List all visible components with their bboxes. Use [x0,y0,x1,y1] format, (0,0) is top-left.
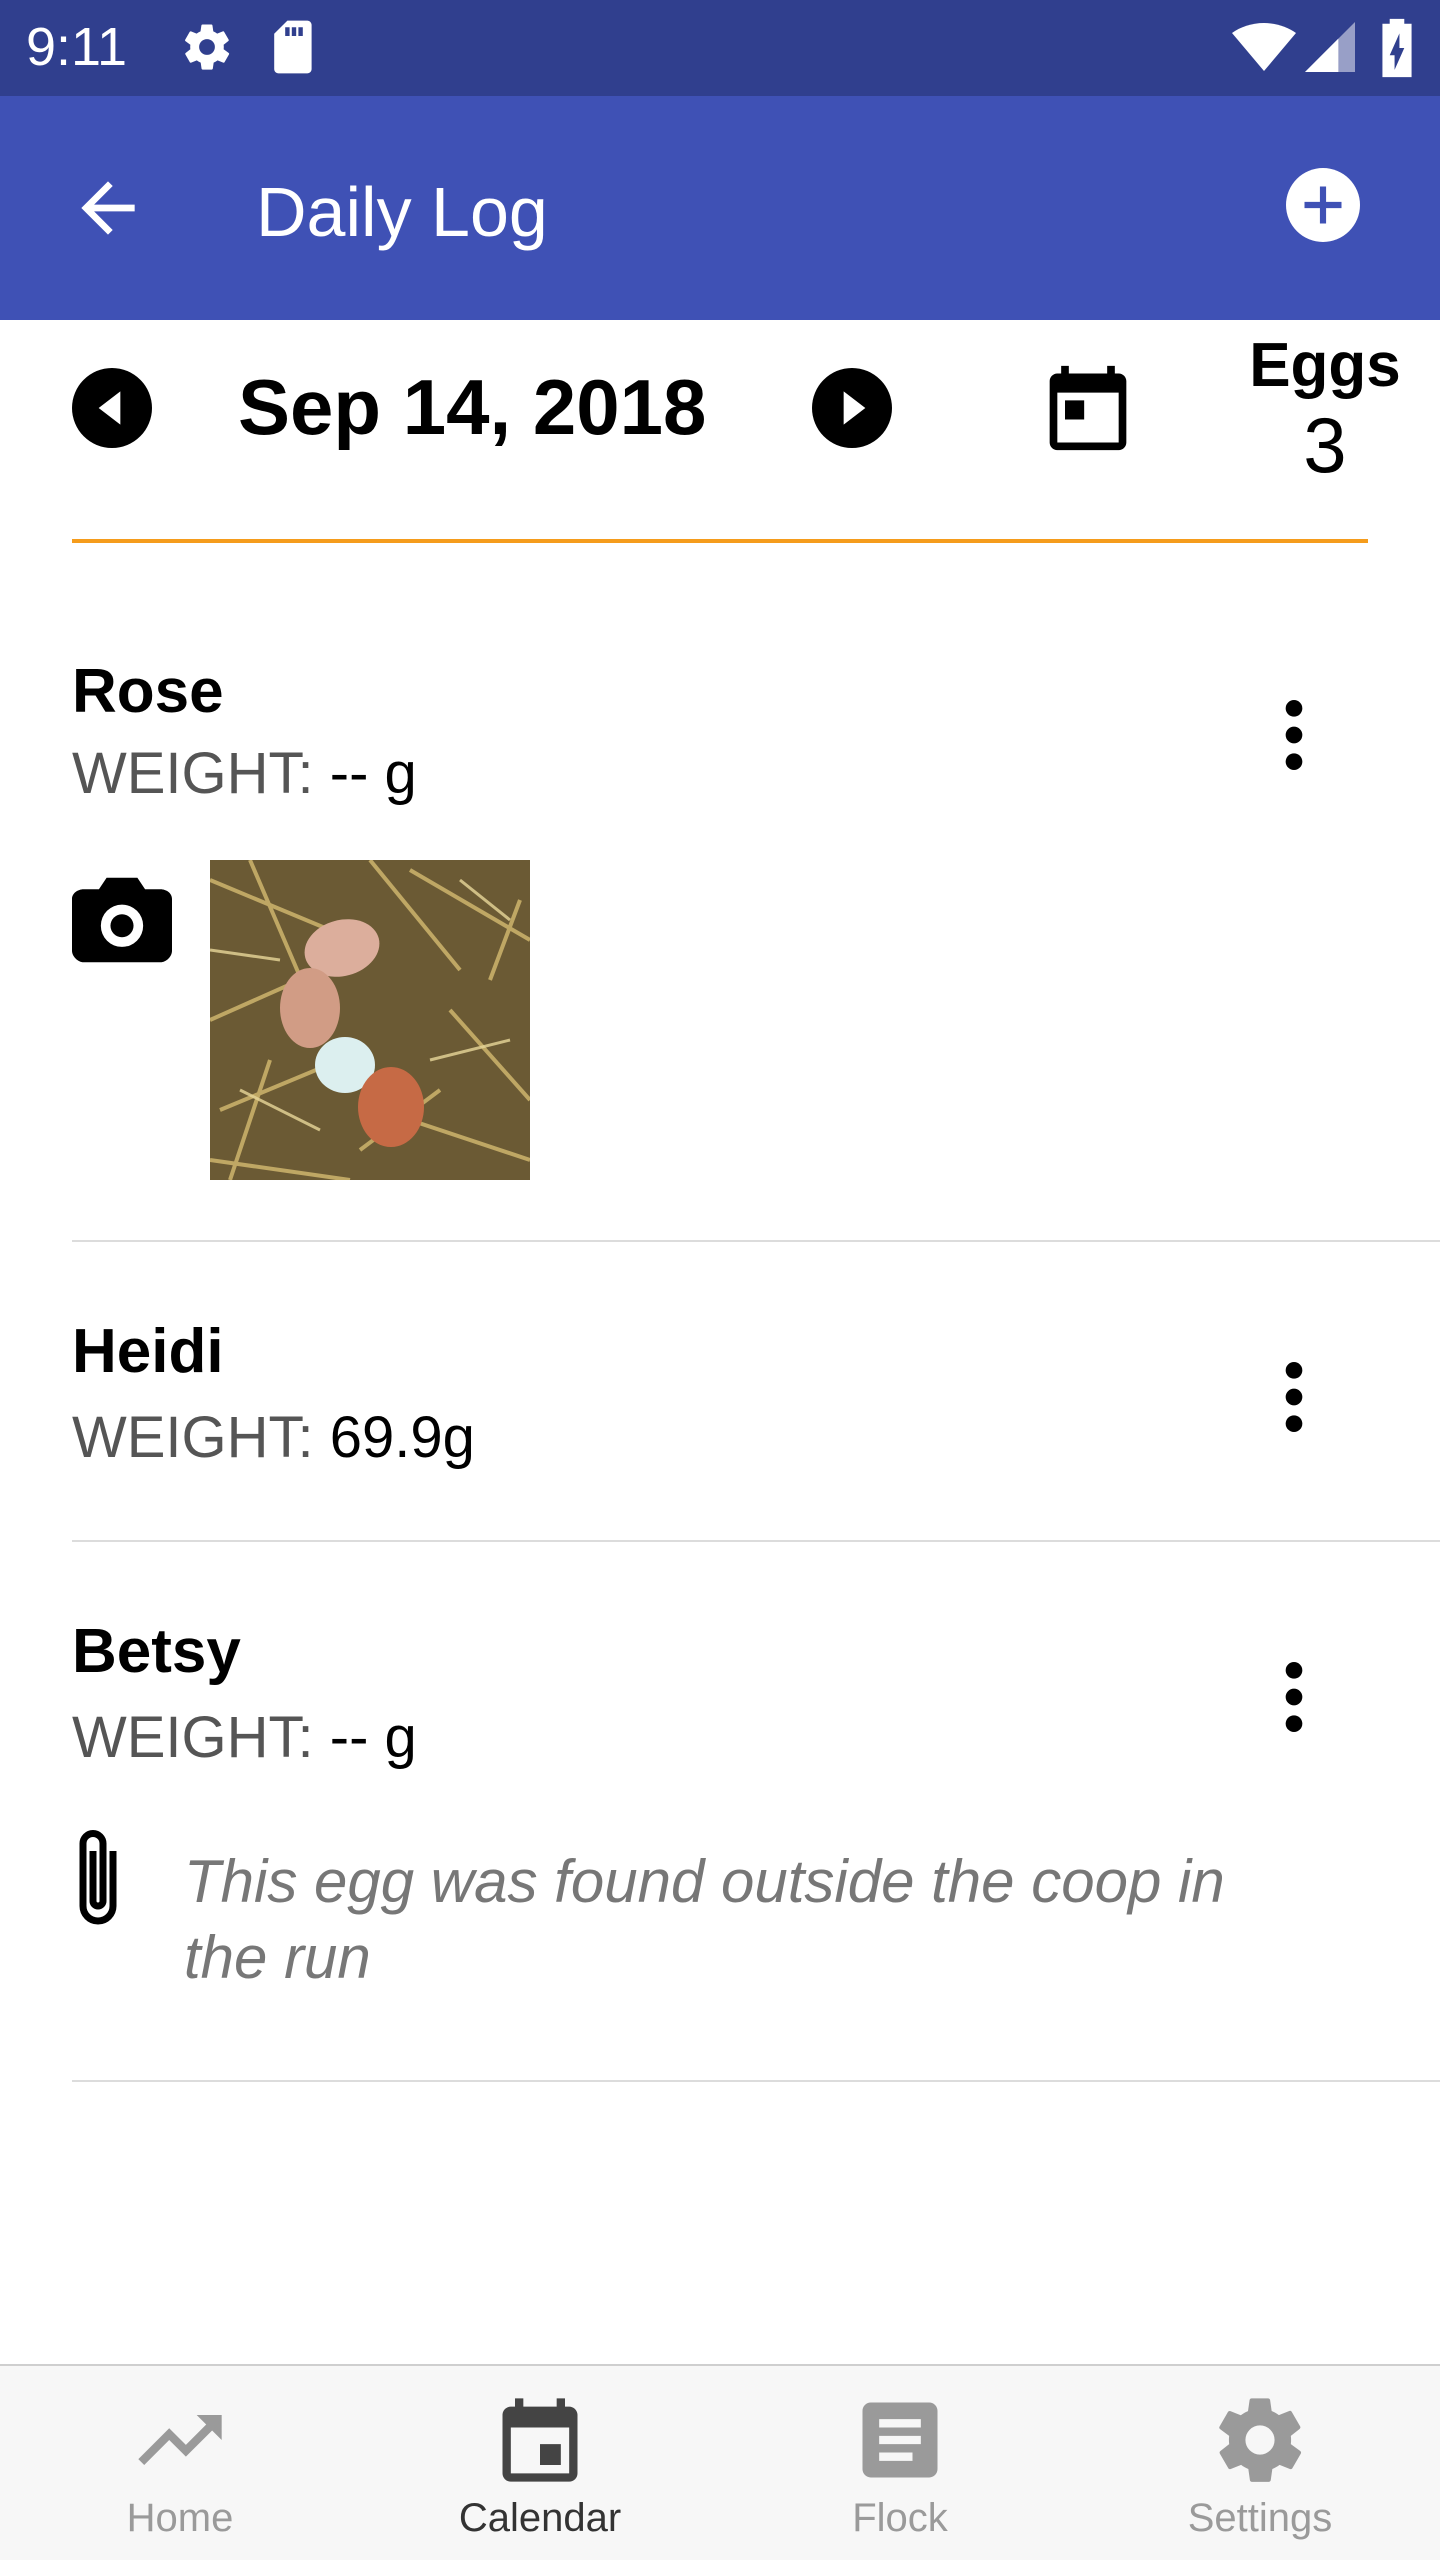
weight-value: -- g [329,1705,417,1770]
nav-home-label: Home [126,2496,234,2540]
nav-calendar-label: Calendar [458,2496,622,2540]
weight-line: WEIGHT: 69.9g [72,1404,475,1471]
page-title: Daily Log [256,173,548,251]
nav-settings[interactable]: Settings [1080,2366,1440,2560]
status-bar: 9:11 [0,0,1440,96]
bottom-navigation: Home Calendar Flock Settings [0,2364,1440,2560]
nav-flock-label: Flock [852,2496,948,2540]
weight-line: WEIGHT: -- g [72,1704,417,1771]
weight-label: WEIGHT: [72,1405,314,1470]
weight-value: 69.9g [329,1405,475,1470]
weight-label: WEIGHT: [72,1705,314,1770]
nav-home[interactable]: Home [0,2366,360,2560]
status-time: 9:11 [26,17,128,77]
date-divider [72,539,1368,543]
calendar-icon [502,2398,578,2482]
log-entry[interactable]: Rose WEIGHT: -- g [0,640,1440,1242]
more-options-icon[interactable] [1254,690,1334,780]
entry-divider [72,2080,1440,2082]
entry-note[interactable]: This egg was found outside the coop in t… [184,1844,1244,1996]
current-date[interactable]: Sep 14, 2018 [238,362,706,453]
date-navigation: Sep 14, 2018 Eggs 3 [0,320,1440,540]
battery-charging-icon [1382,18,1412,78]
nav-settings-label: Settings [1187,2496,1333,2540]
hen-name: Heidi [72,1317,224,1386]
nav-calendar[interactable]: Calendar [360,2366,720,2560]
weight-line: WEIGHT: -- g [72,740,417,807]
log-entry[interactable]: Betsy WEIGHT: -- g This egg was found ou… [0,1602,1440,2082]
app-bar: Daily Log [0,96,1440,320]
egg-photo[interactable] [210,860,530,1180]
entry-divider [72,1540,1440,1542]
back-arrow-icon[interactable] [64,168,152,248]
wifi-icon [1232,23,1296,71]
next-day-button[interactable] [812,368,892,448]
previous-day-button[interactable] [72,368,152,448]
camera-icon[interactable] [72,876,172,964]
more-options-icon[interactable] [1254,1352,1334,1442]
nav-flock[interactable]: Flock [720,2366,1080,2560]
gear-icon [1219,2398,1302,2482]
more-options-icon[interactable] [1254,1652,1334,1742]
sd-card-icon [274,20,312,74]
document-icon [862,2402,938,2478]
eggs-count: 3 [1303,401,1347,489]
eggs-label: Eggs [1249,331,1401,400]
hen-name: Rose [72,657,224,726]
trending-up-icon [138,2415,222,2465]
add-circle-icon[interactable] [1286,168,1360,242]
weight-value: -- g [329,741,417,806]
gear-icon [185,24,230,70]
weight-label: WEIGHT: [72,741,314,806]
calendar-picker-icon[interactable] [1044,362,1132,454]
log-entry[interactable]: Heidi WEIGHT: 69.9g [0,1302,1440,1542]
entry-divider [72,1240,1440,1242]
hen-name: Betsy [72,1617,241,1686]
signal-icon [1305,22,1355,72]
attachment-icon [79,1830,117,1925]
